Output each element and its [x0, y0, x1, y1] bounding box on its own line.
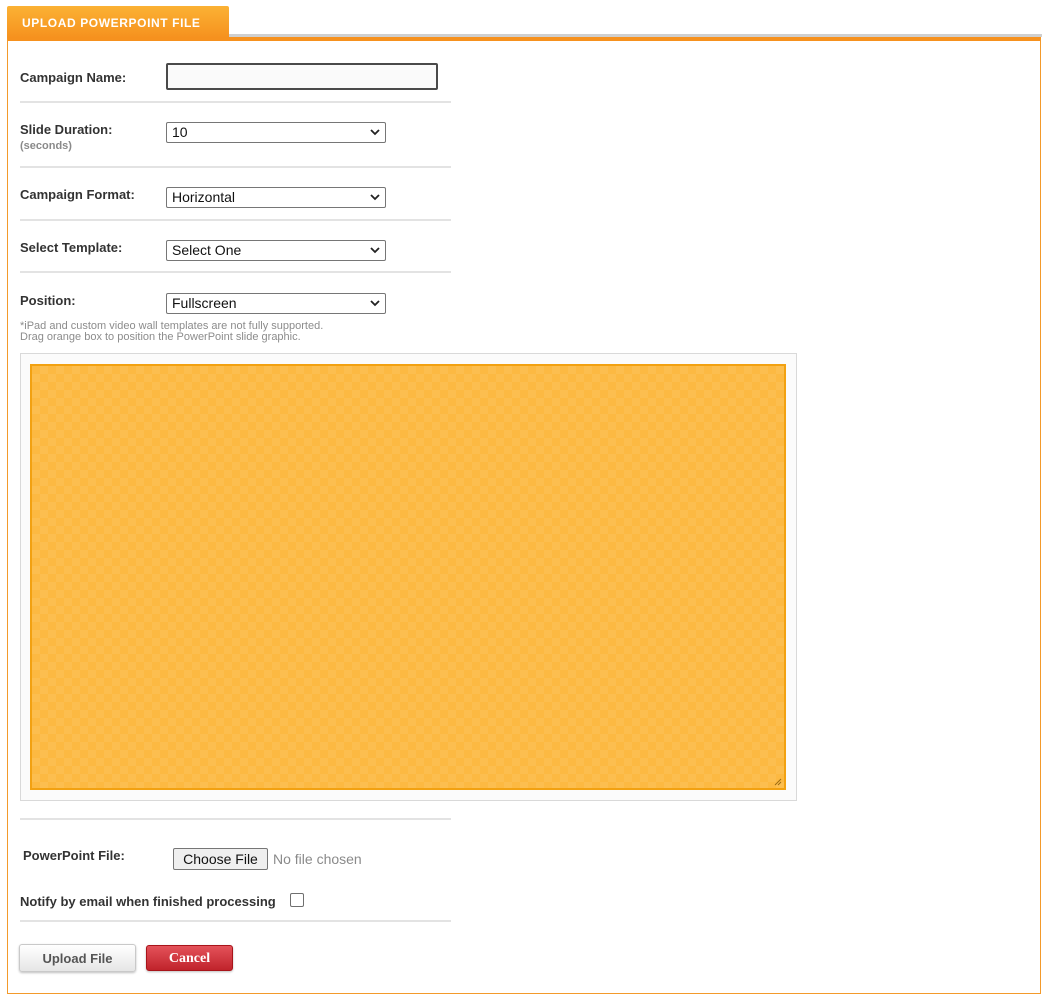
position-canvas: [20, 353, 797, 801]
position-value: Fullscreen: [172, 295, 237, 311]
position-select[interactable]: Fullscreen: [166, 293, 386, 314]
powerpoint-file-label: PowerPoint File:: [23, 848, 125, 863]
notify-checkbox[interactable]: [290, 893, 304, 907]
slide-duration-value: 10: [172, 124, 188, 140]
select-template-label: Select Template:: [20, 240, 123, 255]
select-template-select[interactable]: Select One: [166, 240, 386, 261]
chevron-down-icon: [370, 247, 380, 254]
campaign-name-input[interactable]: [166, 63, 438, 90]
divider: [20, 101, 451, 103]
chevron-down-icon: [370, 300, 380, 307]
chevron-down-icon: [370, 194, 380, 201]
select-template-value: Select One: [172, 242, 242, 258]
upload-file-button[interactable]: Upload File: [19, 944, 136, 972]
chevron-down-icon: [370, 129, 380, 136]
divider: [20, 166, 451, 168]
slide-duration-label: Slide Duration:: [20, 122, 113, 137]
tab-upload-powerpoint-file[interactable]: UPLOAD POWERPOINT FILE: [7, 6, 229, 38]
divider: [20, 818, 451, 820]
campaign-name-label: Campaign Name:: [20, 70, 127, 85]
file-status-text: No file chosen: [273, 851, 362, 867]
resize-grip-icon[interactable]: [773, 777, 782, 786]
slide-duration-select[interactable]: 10: [166, 122, 386, 143]
slide-position-box[interactable]: [30, 364, 786, 790]
position-note: *iPad and custom video wall templates ar…: [20, 321, 323, 343]
divider: [20, 920, 451, 922]
divider: [20, 219, 451, 221]
choose-file-button[interactable]: Choose File: [173, 848, 268, 870]
note-line-drag: Drag orange box to position the PowerPoi…: [20, 331, 301, 343]
cancel-button[interactable]: Cancel: [146, 945, 233, 971]
divider: [20, 271, 451, 273]
slide-duration-unit: (seconds): [20, 140, 72, 152]
campaign-format-value: Horizontal: [172, 189, 236, 205]
campaign-format-label: Campaign Format:: [20, 187, 135, 202]
position-label: Position:: [20, 293, 76, 308]
notify-label: Notify by email when finished processing: [20, 894, 276, 909]
campaign-format-select[interactable]: Horizontal: [166, 187, 386, 208]
